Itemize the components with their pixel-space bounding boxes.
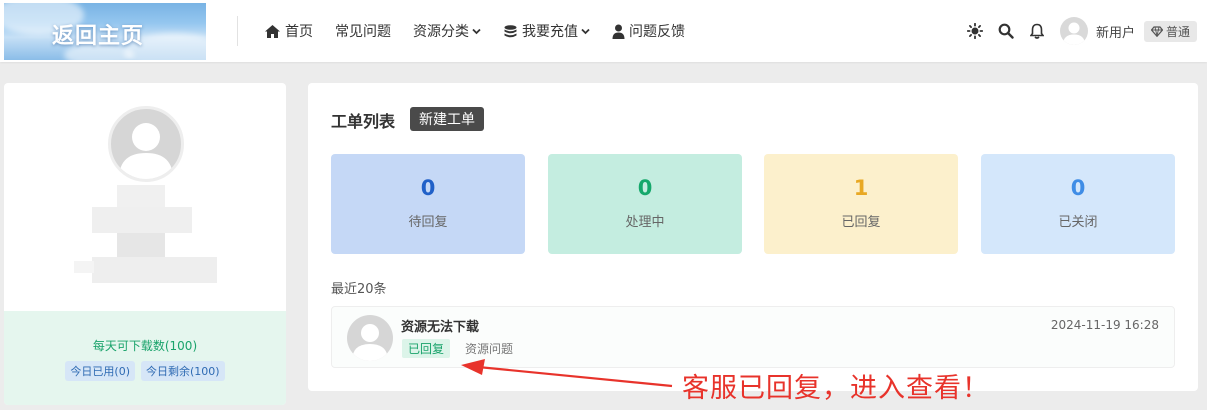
page-title: 工单列表 <box>331 112 396 131</box>
nav-item-faq[interactable]: 常见问题 <box>335 21 391 41</box>
remaining-today-badge: 今日剩余(100) <box>141 361 225 381</box>
ticket-panel: 工单列表 新建工单 0 待回复 0 处理中 1 已回复 0 已关闭 最近20条 … <box>308 83 1198 391</box>
stat-closed[interactable]: 0 已关闭 <box>981 154 1175 254</box>
sun-icon <box>966 23 983 39</box>
avatar[interactable] <box>1059 17 1088 45</box>
top-header: 返回主页 首页 常见问题 资源分类 我要充值 问题反馈 新用户 普通 <box>0 0 1207 62</box>
stat-label: 已关闭 <box>1058 215 1098 230</box>
stat-processing[interactable]: 0 处理中 <box>548 154 742 254</box>
redacted-info <box>74 261 94 273</box>
user-icon <box>612 24 625 39</box>
main-nav: 首页 常见问题 资源分类 我要充值 问题反馈 <box>264 0 707 62</box>
search-icon <box>998 23 1014 39</box>
user-level-badge: 普通 <box>1143 20 1197 42</box>
profile-card: 每天可下载数(100) 今日已用(0) 今日剩余(100) <box>4 83 286 405</box>
stat-value: 0 <box>1070 176 1086 200</box>
ticket-title[interactable]: 资源无法下载 <box>401 316 479 335</box>
status-badge: 已回复 <box>402 339 451 358</box>
ticket-category: 资源问题 <box>465 342 514 356</box>
nav-item-label: 常见问题 <box>335 24 391 40</box>
user-level-text: 普通 <box>1165 24 1190 39</box>
redacted-info <box>92 257 217 283</box>
used-today-badge: 今日已用(0) <box>65 361 135 381</box>
stat-replied[interactable]: 1 已回复 <box>764 154 958 254</box>
nav-item-label: 问题反馈 <box>629 24 685 40</box>
notification-button[interactable] <box>1026 20 1048 42</box>
nav-item-categories[interactable]: 资源分类 <box>413 21 481 41</box>
nav-item-feedback[interactable]: 问题反馈 <box>612 21 685 41</box>
redacted-info <box>117 233 165 257</box>
daily-download-limit: 每天可下载数(100) <box>92 339 198 353</box>
stat-label: 待回复 <box>408 215 448 230</box>
quota-pills: 今日已用(0) 今日剩余(100) <box>4 361 286 381</box>
chevron-down-icon <box>472 28 481 34</box>
theme-toggle-button[interactable] <box>964 20 986 42</box>
user-avatar-icon <box>352 324 388 361</box>
stat-value: 1 <box>853 176 869 200</box>
chevron-down-icon <box>581 28 590 34</box>
header-actions: 新用户 普通 <box>964 0 1197 62</box>
home-logo-link[interactable]: 返回主页 <box>4 3 206 60</box>
redacted-info <box>92 207 192 233</box>
bell-icon <box>1029 23 1044 39</box>
user-avatar-icon <box>119 123 173 179</box>
recent-list-label: 最近20条 <box>331 282 387 297</box>
coins-icon <box>504 24 517 37</box>
stat-label: 处理中 <box>625 215 665 230</box>
new-ticket-button[interactable]: 新建工单 <box>410 107 484 131</box>
header-divider <box>237 16 238 46</box>
search-button[interactable] <box>995 20 1017 42</box>
user-avatar-icon <box>1062 22 1085 45</box>
nav-item-home[interactable]: 首页 <box>264 21 313 41</box>
download-quota-panel: 每天可下载数(100) 今日已用(0) 今日剩余(100) <box>4 311 286 405</box>
ticket-time: 2024-11-19 16:28 <box>1050 318 1159 332</box>
nav-item-label: 首页 <box>285 24 313 40</box>
redacted-username <box>117 185 165 207</box>
username[interactable]: 新用户 <box>1096 22 1135 41</box>
annotation-text: 客服已回复，进入查看！ <box>682 373 990 404</box>
list-item[interactable]: 资源无法下载 2024-11-19 16:28 已回复 资源问题 <box>331 306 1175 368</box>
profile-avatar[interactable] <box>108 106 184 182</box>
logo-text: 返回主页 <box>52 24 145 49</box>
stat-value: 0 <box>420 176 436 200</box>
avatar <box>347 315 393 361</box>
home-icon <box>265 24 280 38</box>
nav-item-label: 资源分类 <box>413 24 469 40</box>
stat-label: 已回复 <box>841 215 881 230</box>
nav-item-label: 我要充值 <box>522 24 578 40</box>
diamond-icon <box>1150 25 1163 37</box>
stat-value: 0 <box>637 176 653 200</box>
nav-item-recharge[interactable]: 我要充值 <box>503 21 590 41</box>
stat-pending[interactable]: 0 待回复 <box>331 154 525 254</box>
